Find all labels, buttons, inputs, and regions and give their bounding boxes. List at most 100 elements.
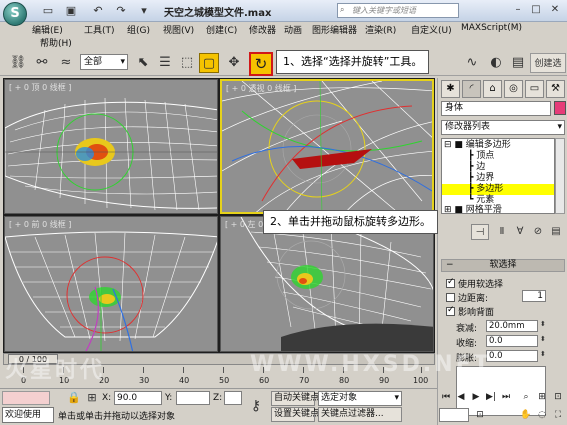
modifier-list-dropdown[interactable]: 修改器列表 bbox=[441, 120, 565, 135]
menu-edit[interactable]: 编辑(E) bbox=[32, 23, 63, 36]
x-coordinate-field[interactable]: 90.0 bbox=[114, 391, 162, 405]
y-coordinate-field[interactable] bbox=[176, 391, 210, 405]
viewport-top[interactable]: [ + 0 顶 0 线框 ] bbox=[4, 79, 218, 214]
falloff-field[interactable]: 20.0mm bbox=[486, 320, 538, 332]
configure-sets-icon[interactable]: ▤ bbox=[547, 224, 565, 240]
unlink-icon[interactable]: ⚯ bbox=[32, 53, 52, 73]
redo-icon[interactable]: ↷ bbox=[113, 3, 129, 19]
maxscript-listener-button[interactable] bbox=[2, 391, 50, 405]
undo-icon[interactable]: ↶ bbox=[90, 3, 106, 19]
object-name-field[interactable]: 身体 bbox=[441, 101, 551, 116]
menu-modifiers[interactable]: 修改器 bbox=[249, 23, 276, 36]
maximize-icon[interactable]: □ bbox=[528, 2, 544, 18]
pan-icon[interactable]: ✋ bbox=[519, 408, 533, 422]
z-coordinate-field[interactable] bbox=[224, 391, 242, 405]
selection-lock-icon[interactable]: 🔒 bbox=[66, 390, 82, 406]
link-icon[interactable]: ⛓ bbox=[8, 53, 28, 73]
motion-tab-icon[interactable]: ◎ bbox=[504, 80, 523, 98]
edge-distance-field[interactable]: 1 bbox=[522, 290, 546, 302]
stack-item-edge[interactable]: ┣ 边 bbox=[442, 162, 554, 173]
object-color-swatch[interactable] bbox=[554, 101, 566, 115]
save-icon[interactable]: ▣ bbox=[63, 3, 79, 19]
viewport-label[interactable]: [ + 0 顶 0 线框 ] bbox=[9, 82, 71, 93]
zoom-icon[interactable]: ⌕ bbox=[519, 390, 533, 404]
go-to-start-icon[interactable]: ⏮ bbox=[439, 390, 453, 404]
checkbox-checked[interactable] bbox=[446, 305, 455, 316]
app-logo[interactable]: S bbox=[3, 2, 27, 26]
folder-open-icon[interactable]: ▭ bbox=[40, 3, 56, 19]
maximize-viewport-icon[interactable]: ⛶ bbox=[551, 408, 565, 422]
current-frame-field[interactable] bbox=[439, 408, 469, 422]
window-crossing-icon[interactable]: ▢ bbox=[199, 53, 219, 73]
menu-rendering[interactable]: 渲染(R) bbox=[365, 23, 396, 36]
checkbox-checked[interactable] bbox=[446, 277, 455, 288]
menu-maxscript[interactable]: MAXScript(M) bbox=[461, 23, 522, 33]
modify-tab-icon[interactable]: ◜ bbox=[462, 80, 481, 98]
pinch-field[interactable]: 0.0 bbox=[486, 335, 538, 347]
key-icon[interactable]: ⚷ bbox=[246, 397, 266, 415]
stack-scrollbar[interactable] bbox=[555, 138, 565, 214]
menu-group[interactable]: 组(G) bbox=[127, 23, 150, 36]
stack-item-polygon[interactable]: ┣ 多边形 bbox=[442, 184, 554, 195]
key-filters-button[interactable]: 关键点过滤器... bbox=[318, 407, 402, 422]
material-editor-icon[interactable]: ◐ bbox=[486, 53, 506, 73]
key-mode-icon[interactable]: ⊡ bbox=[473, 408, 487, 422]
zoom-all-icon[interactable]: ⊞ bbox=[535, 390, 549, 404]
curve-editor-icon[interactable]: ∿ bbox=[462, 53, 482, 73]
go-to-end-icon[interactable]: ⏭ bbox=[499, 390, 513, 404]
menu-animation[interactable]: 动画 bbox=[284, 23, 302, 36]
spinner-icon[interactable]: ⬍ bbox=[540, 320, 546, 328]
create-tab-icon[interactable]: ✱ bbox=[441, 80, 460, 98]
absolute-mode-icon[interactable]: ⊞ bbox=[84, 390, 100, 406]
auto-key-button[interactable]: 自动关键点 bbox=[271, 391, 319, 406]
display-tab-icon[interactable]: ▭ bbox=[525, 80, 544, 98]
menu-views[interactable]: 视图(V) bbox=[163, 23, 194, 36]
menu-tools[interactable]: 工具(T) bbox=[84, 23, 115, 36]
select-by-name-icon[interactable]: ☰ bbox=[155, 53, 175, 73]
move-icon[interactable]: ✥ bbox=[224, 53, 244, 73]
menu-graph-editors[interactable]: 图形编辑器 bbox=[312, 23, 357, 36]
maxscript-mini-listener[interactable]: 欢迎使用 bbox=[2, 407, 54, 423]
create-selection-set[interactable]: 创建选 bbox=[530, 53, 566, 73]
edge-distance[interactable]: 边距离: 1 bbox=[446, 290, 546, 304]
menu-create[interactable]: 创建(C) bbox=[206, 23, 237, 36]
set-key-button[interactable]: 设置关键点 bbox=[271, 407, 319, 422]
rectangular-selection-icon[interactable]: ⬚ bbox=[177, 53, 197, 73]
spinner-icon[interactable]: ⬍ bbox=[540, 335, 546, 343]
close-icon[interactable]: ✕ bbox=[547, 2, 563, 18]
spinner-icon[interactable]: ⬍ bbox=[540, 350, 546, 358]
soft-selection-rollout[interactable]: − 软选择 bbox=[441, 259, 565, 272]
chevron-down-icon[interactable]: ▾ bbox=[136, 3, 152, 19]
hierarchy-tab-icon[interactable]: ⌂ bbox=[483, 80, 502, 98]
pin-stack-icon[interactable]: ⊣ bbox=[471, 224, 489, 240]
orbit-icon[interactable]: ◌ bbox=[535, 408, 549, 422]
utilities-tab-icon[interactable]: ⚒ bbox=[546, 80, 565, 98]
play-icon[interactable]: ▶ bbox=[469, 390, 483, 404]
stack-item-edit-poly[interactable]: ⊟ ■ 编辑多边形 bbox=[442, 140, 554, 151]
show-end-result-icon[interactable]: Ⅱ bbox=[493, 224, 511, 240]
previous-frame-icon[interactable]: ◀ bbox=[454, 390, 468, 404]
viewport-label[interactable]: [ + 0 前 0 线框 ] bbox=[9, 219, 71, 230]
stack-item-border[interactable]: ┣ 边界 bbox=[442, 173, 554, 184]
make-unique-icon[interactable]: ∀ bbox=[511, 224, 529, 240]
viewport-label[interactable]: [ + 0 透视 0 线框 ] bbox=[226, 83, 296, 94]
affect-backfacing[interactable]: 影响背面 bbox=[446, 305, 494, 318]
minimize-icon[interactable]: – bbox=[510, 2, 526, 18]
select-and-rotate-button[interactable]: ↻ bbox=[249, 52, 273, 76]
selection-filter-dropdown[interactable]: 全部 bbox=[80, 54, 128, 70]
next-frame-icon[interactable]: ▶| bbox=[484, 390, 498, 404]
stack-item-vertex[interactable]: ┣ 顶点 bbox=[442, 151, 554, 162]
zoom-extents-icon[interactable]: ⊡ bbox=[551, 390, 565, 404]
render-setup-icon[interactable]: ▤ bbox=[508, 53, 528, 73]
viewport-front[interactable]: [ + 0 前 0 线框 ] bbox=[4, 216, 218, 352]
menu-customize[interactable]: 自定义(U) bbox=[411, 23, 452, 36]
bind-space-warp-icon[interactable]: ≈ bbox=[56, 53, 76, 73]
checkbox[interactable] bbox=[446, 293, 455, 302]
select-object-icon[interactable]: ⬉ bbox=[133, 53, 153, 73]
use-soft-selection[interactable]: 使用软选择 bbox=[446, 277, 503, 290]
viewport-perspective[interactable]: [ + 0 透视 0 线框 ] bbox=[220, 79, 434, 214]
viewport-left[interactable]: [ + 0 左 0 线框 ] bbox=[220, 216, 434, 352]
remove-modifier-icon[interactable]: ⊘ bbox=[529, 224, 547, 240]
search-input[interactable]: 键入关键字或短语 bbox=[337, 3, 459, 18]
menu-help[interactable]: 帮助(H) bbox=[40, 36, 72, 49]
